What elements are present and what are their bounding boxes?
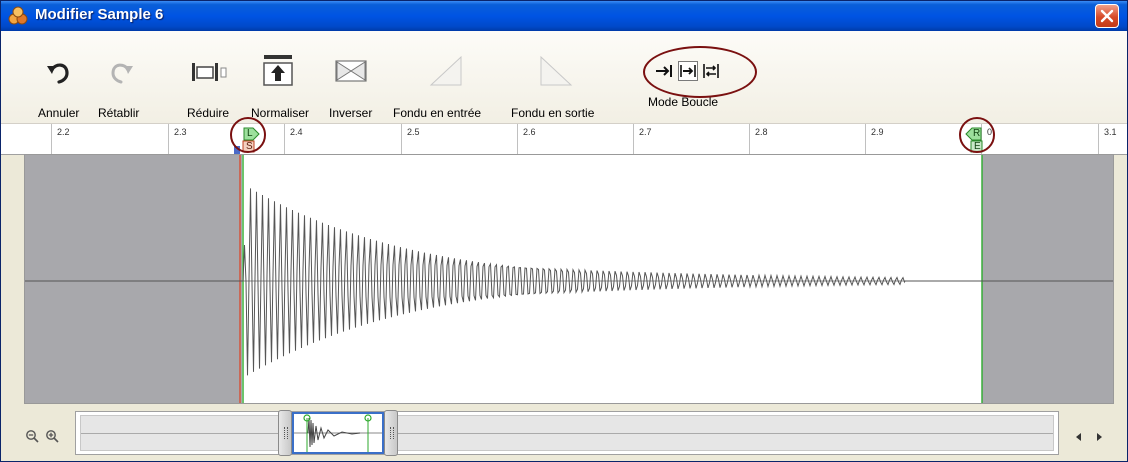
ruler-tick	[51, 124, 52, 154]
ruler-tick-label: 2.2	[57, 127, 70, 137]
fade-out-icon	[540, 55, 573, 86]
highlight-circle-loop	[643, 46, 757, 98]
waveform-view[interactable]	[24, 154, 1114, 404]
normalize-icon	[263, 55, 293, 86]
normalize-label: Normaliser	[251, 106, 310, 120]
ruler-tick	[284, 124, 285, 154]
fade-in-label: Fondu en entrée	[393, 106, 482, 120]
ruler-tick-label: 3.1	[1104, 127, 1117, 137]
fade-out-button[interactable]: Fondu en sortie	[509, 31, 621, 121]
redo-button[interactable]: Rétablir	[95, 31, 151, 121]
toolbar: Annuler Rétablir Réduire Normaliser Inve…	[1, 31, 1127, 123]
ruler-tick-label: 2.9	[871, 127, 884, 137]
loop-mode-group: Mode Boucle	[641, 31, 757, 121]
overview-track[interactable]	[75, 410, 1059, 456]
trim-icon	[192, 63, 227, 81]
ruler-tick-label: 2.8	[755, 127, 768, 137]
zoom-out-icon[interactable]	[25, 429, 39, 443]
redo-label: Rétablir	[98, 106, 140, 120]
overview-left-handle[interactable]	[278, 410, 292, 456]
normalize-button[interactable]: Normaliser	[249, 31, 315, 121]
highlight-circle-end	[959, 117, 995, 153]
region-before-loop	[25, 155, 242, 403]
overview-viewport[interactable]	[292, 412, 384, 454]
fade-in-button[interactable]: Fondu en entrée	[393, 31, 505, 121]
overview-inner	[80, 415, 1054, 451]
ruler-tick-label: 2.6	[523, 127, 536, 137]
highlight-circle-start	[230, 117, 266, 153]
close-icon	[1100, 9, 1114, 23]
overview-right-handle[interactable]	[384, 410, 398, 456]
trim-label: Réduire	[187, 106, 230, 120]
ruler-tick	[517, 124, 518, 154]
window-title: Modifier Sample 6	[35, 6, 164, 23]
fade-in-icon	[429, 55, 462, 86]
editor-window: Modifier Sample 6 Annuler Rétablir Rédui…	[0, 0, 1128, 462]
ruler-tick	[1098, 124, 1099, 154]
undo-label: Annuler	[38, 106, 80, 120]
grip-icon	[284, 427, 288, 439]
ruler-tick	[633, 124, 634, 154]
overview-center-line	[81, 433, 1053, 434]
title-bar[interactable]: Modifier Sample 6	[1, 1, 1127, 31]
overview-wave-thumbnail	[294, 414, 382, 452]
scroll-left-icon[interactable]	[1075, 433, 1083, 441]
reverse-icon	[335, 60, 367, 82]
zoom-in-icon[interactable]	[45, 429, 59, 443]
redo-icon	[111, 63, 133, 84]
app-icon	[8, 6, 28, 25]
region-after-loop	[982, 155, 1113, 403]
ruler-tick	[749, 124, 750, 154]
ruler-tick-label: 2.3	[174, 127, 187, 137]
undo-icon	[47, 63, 69, 84]
close-button[interactable]	[1095, 4, 1119, 28]
ruler-tick	[168, 124, 169, 154]
ruler-tick	[865, 124, 866, 154]
undo-button[interactable]: Annuler	[35, 31, 91, 121]
reverse-label: Inverser	[329, 106, 373, 120]
scroll-right-icon[interactable]	[1095, 433, 1103, 441]
trim-button[interactable]: Réduire	[185, 31, 243, 121]
ruler-tick-label: 2.7	[639, 127, 652, 137]
grip-icon	[390, 427, 394, 439]
ruler-tick-label: 2.4	[290, 127, 303, 137]
ruler-tick-label: 2.5	[407, 127, 420, 137]
overview-bar	[1, 405, 1127, 461]
waveform-canvas	[25, 155, 1113, 403]
ruler-tick	[401, 124, 402, 154]
fade-out-label: Fondu en sortie	[511, 106, 595, 120]
time-ruler[interactable]: 2.2 2.3 2.4 2.5 2.6 2.7 2.8 2.9 0 3.1	[1, 123, 1127, 155]
reverse-button[interactable]: Inverser	[327, 31, 383, 121]
